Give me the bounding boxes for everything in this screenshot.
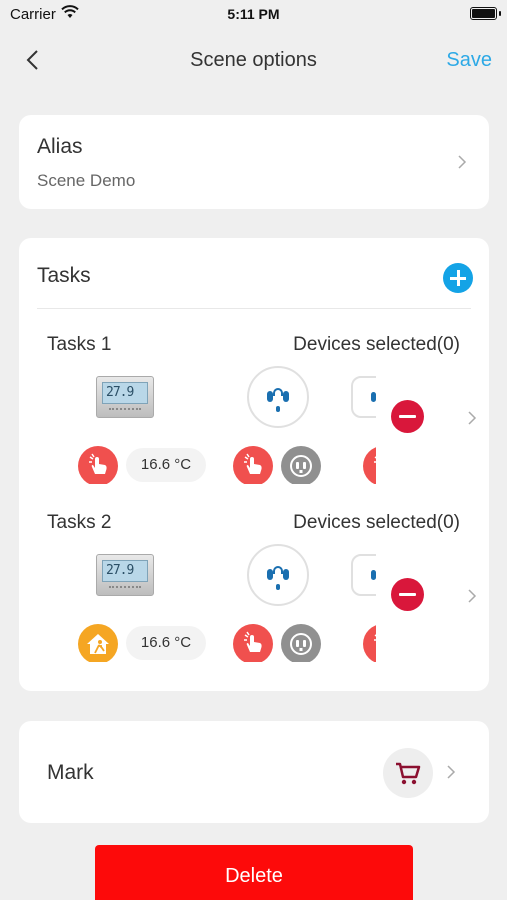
devices-selected: Devices selected(0) [293,334,460,355]
task-row[interactable]: Tasks 1 Devices selected(0) 27.9 6.6 16.… [19,334,489,494]
save-button[interactable]: Save [446,49,492,72]
device-strip: 27.9 6.6 16.6 °C [49,364,376,484]
socket-device-icon [351,376,376,418]
socket-device-icon [351,554,376,596]
chevron-right-icon [465,411,479,425]
alias-row[interactable]: Alias Scene Demo [19,115,489,209]
page-title: Scene options [190,49,317,71]
chevron-right-icon [455,155,469,169]
temperature-value: 16.6 °C [126,626,206,660]
tasks-card: Tasks Tasks 1 Devices selected(0) 27.9 6… [19,238,489,691]
thermostat-keys [109,586,141,590]
touch-trigger-icon [363,446,376,484]
devices-selected: Devices selected(0) [293,512,460,533]
task-name: Tasks 2 [47,512,112,533]
thermostat-device-icon: 27.9 6.6 [96,376,154,418]
chevron-right-icon [444,765,458,779]
clock: 5:11 PM [227,6,280,22]
touch-trigger-icon [233,446,273,484]
task-name: Tasks 1 [47,334,112,355]
mark-label: Mark [47,761,94,784]
tasks-heading: Tasks [37,264,91,287]
alias-value: Scene Demo [37,171,136,190]
status-bar: Carrier 5:11 PM [0,0,507,28]
remove-task-button[interactable] [391,578,424,611]
socket-device-icon [247,366,309,428]
thermostat-display: 27.9 6.6 [102,560,148,582]
chevron-right-icon [465,589,479,603]
socket-device-icon [247,544,309,606]
alias-label: Alias [37,135,83,158]
home-away-trigger-icon [78,624,118,662]
battery-icon [470,7,497,20]
add-task-button[interactable] [443,263,473,293]
device-strip: 27.9 6.6 16.6 °C [49,542,376,662]
socket-trigger-icon [281,624,321,662]
battery-tip [499,11,501,16]
delete-button[interactable]: Delete [95,845,413,900]
divider [37,308,471,309]
mark-row[interactable]: Mark [19,721,489,823]
thermostat-display: 27.9 6.6 [102,382,148,404]
touch-trigger-icon [78,446,118,484]
task-row[interactable]: Tasks 2 Devices selected(0) 27.9 6.6 16.… [19,512,489,672]
touch-trigger-icon [233,624,273,662]
navigation-bar: Scene options Save [0,38,507,82]
socket-trigger-icon [281,446,321,484]
temperature-value: 16.6 °C [126,448,206,482]
thermostat-device-icon: 27.9 6.6 [96,554,154,596]
touch-trigger-icon [363,624,376,662]
thermostat-keys [109,408,141,412]
remove-task-button[interactable] [391,400,424,433]
cart-icon [383,748,433,798]
